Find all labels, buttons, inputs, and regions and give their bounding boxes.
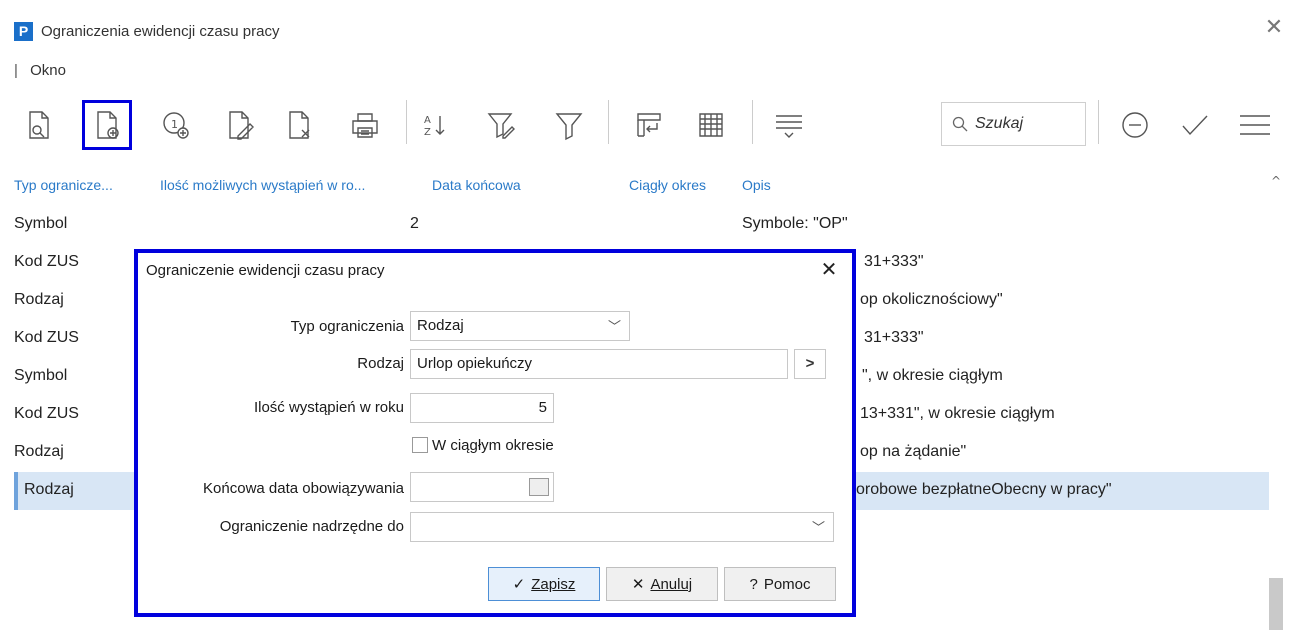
main-window: P Ograniczenia ewidencji czasu pracy ✕ |… (0, 0, 1299, 630)
ilosc-value: 5 (538, 399, 547, 416)
checkmark-icon[interactable] (1170, 100, 1220, 150)
toolbar-divider (752, 100, 753, 144)
grid-header: Typ ogranicze... Ilość możliwych wystąpi… (0, 171, 1299, 199)
svg-text:Z: Z (424, 127, 431, 138)
help-icon: ? (749, 575, 758, 593)
cell-opis: 13+331", w okresie ciągłym (860, 405, 1055, 422)
rodzaj-select-button[interactable]: > (794, 349, 826, 379)
column-header-data[interactable]: Data końcowa (432, 177, 521, 193)
cell-typ: Kod ZUS (14, 253, 79, 270)
svg-text:A: A (424, 115, 431, 126)
date-field[interactable] (410, 472, 554, 502)
typ-select-value: Rodzaj (417, 317, 464, 334)
ilosc-field[interactable]: 5 (410, 393, 554, 423)
app-logo: P (14, 22, 33, 41)
menu-item-okno[interactable]: Okno (30, 62, 66, 79)
scroll-thumb[interactable] (1269, 578, 1283, 630)
svg-text:1: 1 (171, 118, 178, 131)
ciagly-label: W ciągłym okresie (432, 437, 554, 454)
cell-opis: ", w okresie ciągłym (862, 367, 1003, 384)
nadrzedne-select[interactable]: ﹀ (410, 512, 834, 542)
cell-typ: Kod ZUS (14, 329, 79, 346)
chevron-down-icon: ﹀ (607, 319, 621, 334)
cell-opis: op na żądanie" (860, 443, 967, 460)
toolbar-divider (406, 100, 407, 144)
close-icon: ✕ (631, 576, 645, 593)
chevron-down-icon: ﹀ (811, 520, 825, 535)
filter-icon[interactable] (544, 100, 594, 150)
add-numbered-icon[interactable]: 1 (152, 100, 202, 150)
cell-opis: op okolicznościowy" (860, 291, 1003, 308)
column-header-ilosc[interactable]: Ilość możliwych wystąpień w ro... (160, 177, 365, 193)
collapse-list-icon[interactable] (764, 100, 814, 150)
save-button[interactable]: ✓ Zapisz (488, 567, 600, 601)
cell-typ: Rodzaj (24, 481, 74, 498)
column-header-ciagly[interactable]: Ciągły okres (629, 177, 706, 193)
delete-document-icon[interactable] (274, 100, 324, 150)
rodzaj-label: Rodzaj (357, 355, 404, 372)
scroll-up-icon[interactable]: ^ (1267, 174, 1285, 188)
cell-typ: Rodzaj (14, 443, 64, 460)
toolbar-divider (1098, 100, 1099, 144)
close-icon[interactable]: ✕ (818, 259, 840, 281)
help-button[interactable]: ? Pomoc (724, 567, 836, 601)
close-icon[interactable]: ✕ (1262, 16, 1286, 40)
menu-icon[interactable] (1230, 100, 1280, 150)
data-label: Końcowa data obowiązywania (203, 480, 404, 497)
cancel-button-label: Anuluj (650, 575, 693, 593)
column-header-opis[interactable]: Opis (742, 177, 771, 193)
checkmark-icon: ✓ (512, 576, 526, 593)
typ-select[interactable]: Rodzaj ﹀ (410, 311, 630, 341)
sort-az-icon[interactable]: AZ (410, 100, 460, 150)
cell-typ: Symbol (14, 215, 68, 232)
calendar-icon[interactable] (529, 478, 549, 496)
columns-icon[interactable] (624, 100, 674, 150)
print-icon[interactable] (340, 100, 390, 150)
restriction-dialog: Ograniczenie ewidencji czasu pracy ✕ Typ… (134, 249, 856, 617)
window-title: Ograniczenia ewidencji czasu pracy (41, 23, 280, 40)
cell-opis: Symbole: "OP" (742, 215, 848, 232)
grid-icon[interactable] (686, 100, 736, 150)
cancel-button[interactable]: ✕ Anuluj (606, 567, 718, 601)
rodzaj-field[interactable]: Urlop opiekuńczy (410, 349, 788, 379)
search-placeholder: Szukaj (975, 115, 1024, 132)
ciagly-checkbox[interactable] (412, 437, 428, 453)
cell-ilosc: 2 (410, 215, 419, 232)
search-input[interactable]: Szukaj (941, 102, 1086, 146)
ilosc-label: Ilość wystąpień w roku (253, 399, 404, 416)
vertical-scrollbar[interactable]: ^ (1267, 168, 1285, 630)
cell-typ: Kod ZUS (14, 405, 79, 422)
cell-opis: 31+333" (864, 329, 924, 346)
help-button-label: Pomoc (763, 575, 811, 593)
menu-separator: | (14, 62, 18, 79)
column-header-typ[interactable]: Typ ogranicze... (14, 177, 113, 193)
cell-opis: orobowe bezpłatneObecny w pracy" (856, 481, 1112, 498)
minus-circle-icon[interactable] (1110, 100, 1160, 150)
save-button-label: Zapisz (531, 575, 576, 593)
edit-document-icon[interactable] (214, 100, 264, 150)
cell-opis: 31+333" (864, 253, 924, 270)
dialog-title: Ograniczenie ewidencji czasu pracy (146, 262, 385, 279)
search-icon (952, 116, 968, 132)
table-row[interactable]: Symbol 2 Symbole: "OP" (14, 206, 1269, 244)
toolbar-divider (608, 100, 609, 144)
cell-typ: Symbol (14, 367, 68, 384)
title-bar: P Ograniczenia ewidencji czasu pracy ✕ (0, 0, 1299, 62)
view-document-icon[interactable] (14, 100, 64, 150)
nadrzedne-label: Ograniczenie nadrzędne do (219, 518, 404, 535)
typ-label: Typ ograniczenia (290, 318, 404, 335)
cell-typ: Rodzaj (14, 291, 64, 308)
menu-bar: | Okno (14, 62, 66, 84)
filter-edit-icon[interactable] (476, 100, 526, 150)
new-document-icon[interactable] (82, 100, 132, 150)
rodzaj-value: Urlop opiekuńczy (417, 355, 533, 372)
toolbar: 1 AZ Szukaj (0, 90, 1299, 160)
